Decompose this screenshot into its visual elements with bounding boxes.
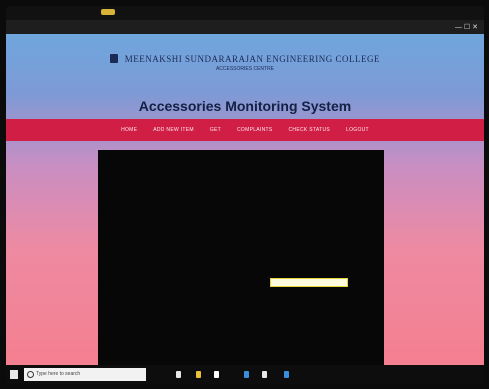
notification-icon[interactable]	[101, 9, 115, 15]
os-taskbar: Type here to search	[6, 365, 484, 384]
college-logo-icon	[110, 54, 118, 63]
main-nav: Home Add new item Get Complaints Check s…	[6, 119, 484, 141]
nav-logout[interactable]: Logout	[346, 127, 369, 133]
app-icon[interactable]	[214, 371, 219, 378]
app-icon[interactable]	[284, 371, 289, 378]
web-page: MEENAKSHI SUNDARARAJAN ENGINEERING COLLE…	[6, 34, 484, 365]
nav-home[interactable]: Home	[121, 127, 137, 133]
window-controls[interactable]: — ☐ ✕	[455, 23, 478, 31]
windows-start-icon[interactable]	[10, 370, 18, 379]
text-input[interactable]	[270, 278, 348, 287]
college-name: MEENAKSHI SUNDARARAJAN ENGINEERING COLLE…	[124, 54, 380, 64]
page-title: Accessories Monitoring System	[138, 98, 352, 114]
task-view-icon[interactable]	[176, 371, 181, 378]
search-icon	[27, 371, 34, 378]
taskbar-search-input[interactable]: Type here to search	[24, 368, 146, 381]
nav-add-new-item[interactable]: Add new item	[153, 127, 194, 133]
college-header: MEENAKSHI SUNDARARAJAN ENGINEERING COLLE…	[6, 54, 484, 64]
college-subtitle: ACCESSORIES CENTRE	[215, 66, 275, 72]
browser-icon[interactable]	[244, 371, 249, 378]
search-placeholder: Type here to search	[36, 371, 81, 377]
monitor-screen: — ☐ ✕ MEENAKSHI SUNDARARAJAN ENGINEERING…	[6, 6, 484, 384]
file-explorer-icon[interactable]	[196, 371, 201, 378]
content-panel	[98, 150, 384, 365]
nav-check-status[interactable]: Check status	[289, 127, 330, 133]
os-title-bar	[6, 6, 484, 20]
nav-complaints[interactable]: Complaints	[237, 127, 273, 133]
nav-get[interactable]: Get	[210, 127, 221, 133]
browser-tab-bar: — ☐ ✕	[6, 20, 484, 34]
app-icon[interactable]	[262, 371, 267, 378]
